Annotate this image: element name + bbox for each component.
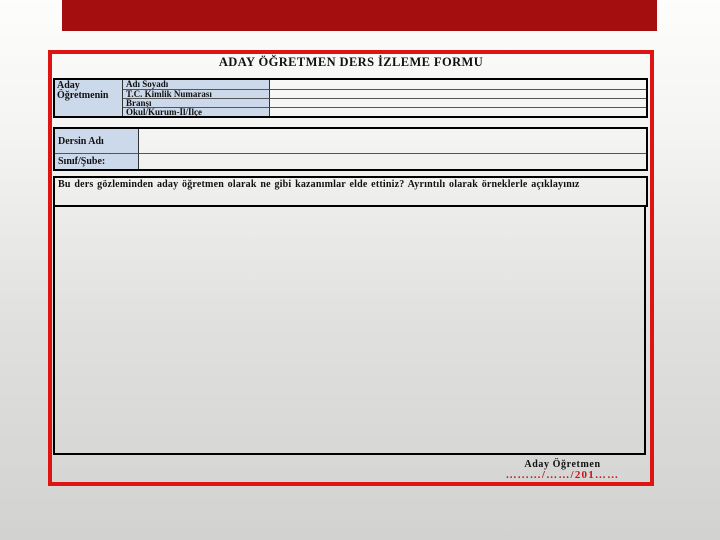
field-label-school: Okul/Kurum-İl/İlçe <box>123 107 270 116</box>
field-value-tc-id[interactable] <box>270 89 646 98</box>
answer-area[interactable] <box>53 205 646 455</box>
form-title: ADAY ÖĞRETMEN DERS İZLEME FORMU <box>218 55 484 69</box>
teacher-table-row-header: Aday Öğretmenin <box>55 80 123 116</box>
date-placeholder: …...…/……/201…… <box>505 469 620 481</box>
teacher-info-table: Aday Öğretmenin Adı Soyadı T.C. Kimlik N… <box>53 78 648 118</box>
lesson-info-table: Dersin Adı Sınıf/Şube: <box>53 127 648 171</box>
field-label-class-section: Sınıf/Şube: <box>55 153 139 169</box>
form-frame: ADAY ÖĞRETMEN DERS İZLEME FORMU Aday Öğr… <box>48 50 654 486</box>
field-label-name: Adı Soyadı <box>123 80 270 89</box>
field-value-branch[interactable] <box>270 98 646 107</box>
field-value-class-section[interactable] <box>139 153 646 169</box>
observation-question-box: Bu ders gözleminden aday öğretmen olarak… <box>53 176 648 207</box>
field-label-lesson-name: Dersin Adı <box>55 129 139 153</box>
field-value-school[interactable] <box>270 107 646 116</box>
observation-question-text: Bu ders gözleminden aday öğretmen olarak… <box>58 179 580 190</box>
top-banner <box>62 0 657 31</box>
field-value-name[interactable] <box>270 80 646 89</box>
signature-block: Aday Öğretmen …...…/……/201…… <box>460 459 665 481</box>
field-label-branch: Branşı <box>123 98 270 107</box>
field-label-tc-id: T.C. Kimlik Numarası <box>123 89 270 98</box>
field-value-lesson-name[interactable] <box>139 129 646 153</box>
